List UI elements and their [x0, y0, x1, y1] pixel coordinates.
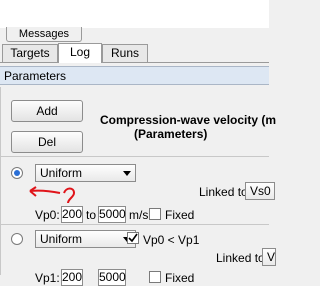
tab-messages[interactable]: Messages	[6, 27, 82, 42]
row2-fixed-label: Fixed	[165, 271, 195, 285]
parameters-header: Parameters	[0, 66, 269, 85]
divider	[0, 224, 269, 225]
row2-linked-to-select[interactable]: V	[262, 248, 276, 266]
row2-radio[interactable]	[11, 233, 23, 245]
red-annotation-arrow	[29, 186, 76, 204]
row2-distribution-select[interactable]: Uniform	[35, 230, 136, 248]
row1-radio[interactable]	[11, 167, 23, 179]
row1-linked-to-value: Vs0	[250, 184, 271, 198]
row1-linked-to-select[interactable]: Vs0	[245, 182, 275, 200]
row2-fixed-checkbox[interactable]	[149, 271, 161, 283]
tab-runs[interactable]: Runs	[102, 44, 148, 62]
tab-targets[interactable]: Targets	[2, 44, 58, 62]
row1-linked-to-label: Linked to	[199, 185, 248, 199]
row1-max-input[interactable]: 5000	[98, 206, 126, 223]
row2-constraint-label: Vp0 < Vp1	[143, 233, 200, 247]
row1-to-label: to	[86, 208, 97, 222]
row1-distribution-value: Uniform	[40, 166, 83, 180]
row2-min-input[interactable]: 200	[61, 269, 83, 286]
row2-var-label: Vp1:	[35, 271, 60, 285]
checkmark-icon	[128, 233, 138, 243]
parameter-title: Compression-wave velocity (m	[100, 113, 277, 127]
divider	[0, 156, 269, 157]
row1-unit: m/s	[129, 208, 149, 222]
parameter-subtitle: (Parameters)	[134, 127, 208, 141]
row2-constraint-checkbox[interactable]	[127, 232, 139, 244]
row1-distribution-select[interactable]: Uniform	[35, 164, 136, 182]
chevron-down-icon	[123, 171, 131, 176]
messages-pane	[0, 0, 269, 28]
radio-selected-dot	[14, 170, 20, 176]
add-button[interactable]: Add	[11, 100, 83, 122]
row2-distribution-value: Uniform	[40, 232, 83, 246]
del-button[interactable]: Del	[11, 131, 83, 153]
row1-fixed-checkbox[interactable]	[149, 208, 161, 220]
tab-log[interactable]: Log	[58, 43, 102, 63]
row1-fixed-label: Fixed	[165, 208, 195, 222]
row2-linked-to-label: Linked to	[216, 251, 265, 265]
row2-linked-to-value: V	[267, 250, 276, 264]
row2-max-input[interactable]: 5000	[98, 269, 126, 286]
